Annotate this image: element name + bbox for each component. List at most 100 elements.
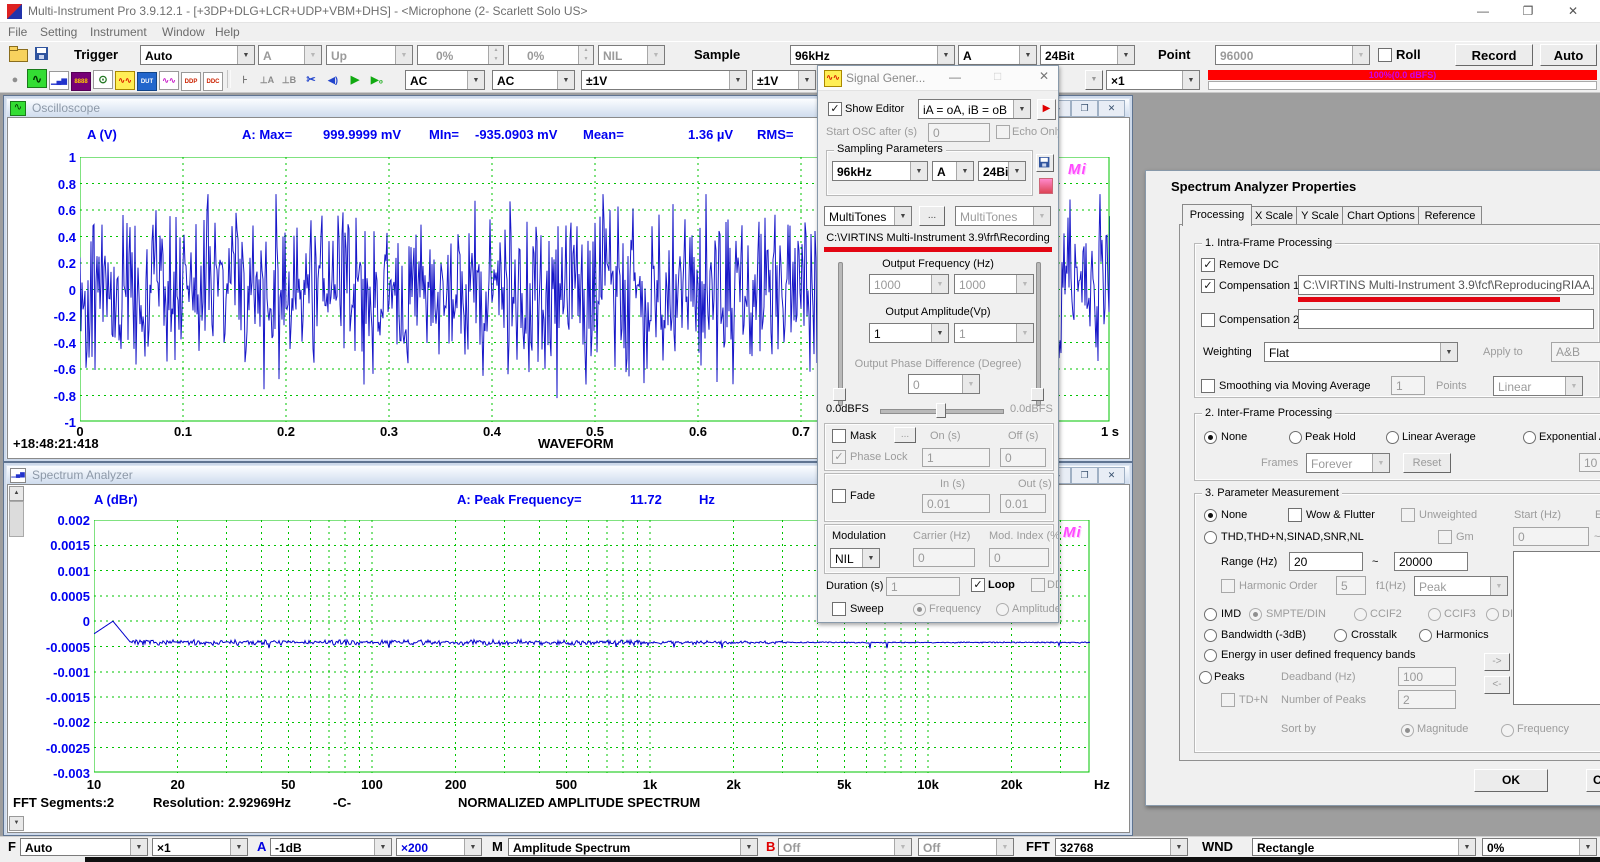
ccif2-radio[interactable] — [1354, 608, 1367, 621]
tab-reference[interactable]: Reference — [1418, 206, 1482, 226]
fade-checkbox[interactable] — [832, 489, 846, 503]
a-range-select[interactable]: -1dB — [270, 838, 392, 856]
level-a-slider[interactable] — [838, 262, 843, 406]
save-icon[interactable] — [35, 47, 48, 60]
scroll-up-icon[interactable]: ▲ — [9, 486, 24, 501]
roll-checkbox[interactable] — [1378, 48, 1392, 62]
trigger-source-select[interactable]: A — [258, 45, 322, 65]
record-icon[interactable]: ● — [5, 70, 25, 89]
tab-x-scale[interactable]: X Scale — [1250, 206, 1298, 226]
trigger-mode-select[interactable]: Auto — [140, 45, 255, 65]
tab-chart-options[interactable]: Chart Options — [1342, 206, 1420, 226]
compensation2-checkbox[interactable] — [1201, 313, 1215, 327]
restore-icon[interactable]: ❐ — [1071, 100, 1098, 117]
duration-input[interactable]: 1 — [886, 577, 960, 596]
amplitude-b-select[interactable]: 1 — [954, 323, 1034, 343]
window-function-select[interactable]: Rectangle — [1252, 838, 1476, 856]
range-lo-input[interactable]: 20 — [1289, 552, 1363, 571]
menu-item-setting[interactable]: Setting — [40, 25, 77, 39]
exponential-average-radio[interactable] — [1523, 431, 1536, 444]
close-icon[interactable]: ✕ — [1039, 69, 1049, 83]
sample-rate-select[interactable]: 96kHz — [790, 45, 955, 65]
harmonic-order-input[interactable]: 5 — [1336, 576, 1366, 595]
unweighted-checkbox[interactable] — [1401, 508, 1415, 522]
scrollbar-thumb[interactable] — [9, 501, 24, 537]
level-b-slider[interactable] — [1036, 262, 1041, 406]
frequency-a-select[interactable]: 1000 — [869, 274, 949, 294]
waveform-b-select[interactable]: MultiTones — [955, 206, 1051, 226]
show-editor-checkbox[interactable] — [828, 102, 842, 116]
b-zoom-select[interactable]: Off — [918, 838, 1014, 856]
weighting-select[interactable]: Flat — [1264, 342, 1458, 362]
f1-mode-select[interactable]: Peak — [1414, 576, 1508, 596]
probe-icon[interactable]: ⊦ — [235, 71, 255, 90]
menu-item-help[interactable]: Help — [215, 25, 240, 39]
waveform-a-select[interactable]: MultiTones — [824, 206, 912, 226]
linear-average-radio[interactable] — [1386, 431, 1399, 444]
smoothing-points-input[interactable]: 1 — [1391, 376, 1425, 395]
close-icon[interactable]: ✕ — [1098, 100, 1125, 117]
remove-dc-checkbox[interactable] — [1201, 258, 1215, 272]
sample-channel-select[interactable]: A — [958, 45, 1037, 65]
mask-browse-button[interactable]: ... — [894, 427, 916, 443]
b-range-select[interactable]: Off — [778, 838, 912, 856]
coupling-a-select[interactable]: AC — [405, 70, 485, 90]
trigger-level-stepper[interactable]: 0%▲▼ — [417, 45, 504, 65]
display-mode-select[interactable]: Amplitude Spectrum — [508, 838, 758, 856]
multimeter-icon[interactable]: 8888 — [71, 72, 91, 91]
level-b-slider-thumb[interactable] — [1031, 388, 1044, 401]
save-icon[interactable] — [1036, 154, 1054, 172]
sg-sample-rate-select[interactable]: 96kHz — [832, 161, 928, 181]
device-test-plan-icon[interactable]: DUT — [137, 72, 157, 91]
interframe-none-radio[interactable] — [1204, 431, 1217, 444]
frames-select[interactable]: Forever — [1306, 453, 1390, 473]
num-peaks-input[interactable]: 2 — [1398, 690, 1456, 709]
sort-frequency-radio[interactable] — [1501, 724, 1514, 737]
minimize-icon[interactable]: — — [1468, 2, 1498, 20]
deadband-input[interactable]: 100 — [1398, 667, 1456, 686]
a-zoom-select[interactable]: ×200 — [396, 838, 482, 856]
level-a-slider-thumb[interactable] — [833, 388, 846, 401]
mask-on-input[interactable]: 1 — [922, 448, 990, 467]
fade-in-input[interactable]: 0.01 — [922, 494, 990, 513]
minimize-icon[interactable]: — — [949, 70, 961, 84]
compensation1-path-input[interactable]: C:\VIRTINS Multi-Instrument 3.9\fcf\Repr… — [1298, 275, 1594, 295]
peak-hold-radio[interactable] — [1289, 431, 1302, 444]
cancel-button[interactable]: C — [1586, 769, 1600, 792]
sweep-amplitude-radio[interactable] — [996, 603, 1009, 616]
data-logger-icon[interactable]: ⊙ — [93, 70, 113, 89]
amplitude-a-select[interactable]: 1 — [869, 323, 949, 343]
ok-button[interactable]: OK — [1474, 769, 1548, 792]
dds-checkbox[interactable] — [1031, 578, 1045, 592]
reset-button[interactable]: Reset — [1403, 453, 1451, 473]
signal-generator-icon[interactable]: ∿∿ — [115, 71, 135, 90]
spectrum-analyzer-icon[interactable]: ▁▄▆ — [49, 71, 69, 90]
browse-button[interactable]: ... — [919, 206, 945, 226]
peaks-radio[interactable] — [1199, 671, 1212, 684]
restore-icon[interactable]: ❐ — [1513, 2, 1543, 20]
echo-only-checkbox[interactable] — [996, 125, 1010, 139]
smpte-radio[interactable] — [1249, 608, 1262, 621]
freq-mode-select[interactable]: Auto — [20, 838, 148, 856]
sweep-frequency-radio[interactable] — [913, 603, 926, 616]
trigger-hpf-select[interactable]: NIL — [598, 45, 665, 65]
points-select[interactable]: 96000 — [1215, 45, 1370, 65]
ddc-icon[interactable]: DDC — [203, 72, 223, 91]
loop-checkbox[interactable] — [971, 578, 985, 592]
harmonic-order-checkbox[interactable] — [1221, 579, 1235, 593]
start-output-button[interactable]: ▶ — [1037, 99, 1056, 120]
mod-index-input[interactable]: 0 — [989, 548, 1049, 567]
harmonics-radio[interactable] — [1419, 629, 1432, 642]
tab-processing[interactable]: Processing — [1182, 204, 1252, 226]
gain-select[interactable]: ×1 — [1106, 70, 1200, 90]
ddp-viewer-icon[interactable]: DDP — [181, 72, 201, 91]
thd-radio[interactable] — [1204, 531, 1217, 544]
ccif3-radio[interactable] — [1428, 608, 1441, 621]
fft-size-select[interactable]: 32768 — [1055, 838, 1188, 856]
oscilloscope-icon[interactable]: ∿ — [27, 69, 47, 88]
bands-listbox[interactable] — [1513, 551, 1600, 705]
sound-device-icon[interactable]: ◀) — [323, 71, 343, 90]
exp-frames-input[interactable]: 10 — [1579, 453, 1600, 472]
pm-none-radio[interactable] — [1204, 509, 1217, 522]
apply-to-input[interactable]: A&B — [1551, 342, 1600, 362]
